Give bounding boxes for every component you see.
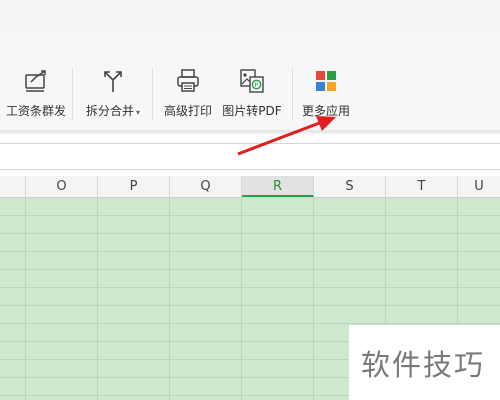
annotation-arrow xyxy=(237,116,336,156)
